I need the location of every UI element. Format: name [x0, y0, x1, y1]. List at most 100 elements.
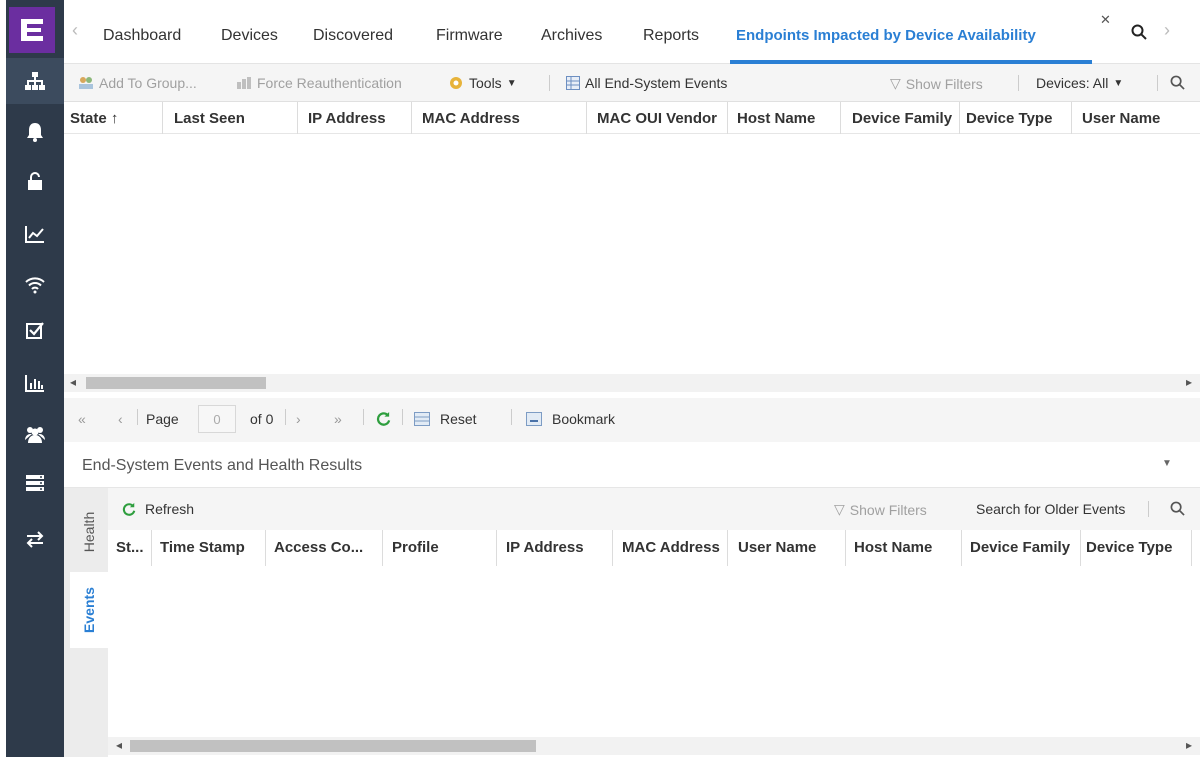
lock-icon[interactable]: [6, 158, 64, 204]
search-older-events-button[interactable]: Search for Older Events: [976, 501, 1125, 517]
all-end-system-events-button[interactable]: All End-System Events: [566, 75, 727, 91]
devices-filter-dropdown[interactable]: Devices: All ▼: [1036, 75, 1123, 91]
col-ip-address[interactable]: IP Address: [308, 110, 386, 127]
endpoints-horizontal-scrollbar[interactable]: ◂ ▸: [64, 374, 1200, 392]
details-panel-title: End-System Events and Health Results: [82, 457, 363, 474]
col-device-family[interactable]: Device Family: [852, 110, 952, 127]
tab-events[interactable]: Events: [70, 572, 108, 648]
tabs-scroll-right-icon[interactable]: ›: [1164, 20, 1170, 41]
events-search-button[interactable]: [1170, 501, 1185, 516]
scroll-right-icon[interactable]: ▸: [1186, 375, 1192, 389]
col-device-type[interactable]: Device Type: [966, 110, 1052, 127]
checklist-icon[interactable]: [6, 307, 64, 353]
column-divider: [297, 102, 298, 134]
column-divider: [151, 530, 152, 566]
column-divider: [959, 102, 960, 134]
scroll-left-icon[interactable]: ◂: [116, 738, 122, 752]
col-user-name[interactable]: User Name: [738, 539, 816, 556]
users-icon[interactable]: [6, 411, 64, 457]
col-mac-address[interactable]: MAC Address: [622, 539, 720, 556]
column-divider: [586, 102, 587, 134]
bell-icon[interactable]: [6, 109, 64, 155]
page-label: Page: [146, 411, 179, 427]
reset-label: Reset: [440, 411, 477, 427]
grid-search-button[interactable]: [1170, 75, 1185, 90]
col-device-type[interactable]: Device Type: [1086, 539, 1172, 556]
tab-firmware[interactable]: Firmware: [436, 27, 503, 45]
column-divider: [1191, 530, 1192, 566]
search-icon: [1170, 501, 1185, 516]
tab-health[interactable]: Health: [70, 492, 108, 572]
col-mac-oui-vendor[interactable]: MAC OUI Vendor: [597, 110, 717, 127]
tools-menu[interactable]: Tools ▼: [448, 75, 517, 91]
pager-divider: [511, 409, 512, 425]
previous-page-icon[interactable]: ‹: [118, 411, 123, 427]
column-divider: [382, 530, 383, 566]
tab-devices[interactable]: Devices: [221, 27, 278, 45]
details-vertical-tabs: Health Events: [64, 488, 108, 757]
search-icon[interactable]: [1131, 24, 1147, 45]
scroll-left-icon[interactable]: ◂: [70, 375, 76, 389]
toolbar-divider: [1018, 75, 1019, 91]
add-to-group-button[interactable]: Add To Group...: [78, 75, 197, 91]
tab-dashboard[interactable]: Dashboard: [103, 27, 181, 45]
col-mac-address[interactable]: MAC Address: [422, 110, 520, 127]
col-time-stamp[interactable]: Time Stamp: [160, 539, 245, 556]
show-filters-button[interactable]: ▽ Show Filters: [890, 75, 983, 92]
tab-endpoints-impacted[interactable]: Endpoints Impacted by Device Availabilit…: [736, 27, 1036, 44]
events-toolbar: Refresh ▽ Show Filters Search for Older …: [108, 488, 1200, 530]
refresh-events-button[interactable]: Refresh: [122, 501, 194, 517]
bookmark-icon: [526, 412, 542, 426]
close-tab-icon[interactable]: ✕: [1100, 12, 1111, 28]
first-page-icon[interactable]: «: [78, 411, 86, 427]
column-divider: [496, 530, 497, 566]
col-host-name[interactable]: Host Name: [737, 110, 815, 127]
reset-button[interactable]: Reset: [414, 411, 477, 427]
line-chart-icon[interactable]: [6, 211, 64, 257]
col-user-name[interactable]: User Name: [1082, 110, 1160, 127]
col-status[interactable]: St...: [116, 539, 144, 556]
column-divider: [845, 530, 846, 566]
tab-discovered[interactable]: Discovered: [313, 27, 393, 45]
tab-archives[interactable]: Archives: [541, 27, 602, 45]
events-show-filters-button[interactable]: ▽ Show Filters: [834, 501, 927, 518]
last-page-icon[interactable]: »: [334, 411, 342, 427]
network-topology-icon[interactable]: [6, 58, 64, 104]
details-panel-header[interactable]: End-System Events and Health Results ▼: [64, 442, 1200, 488]
next-page-icon[interactable]: ›: [296, 411, 301, 427]
tools-dropdown-icon: ▼: [506, 77, 517, 89]
force-reauthentication-button[interactable]: Force Reauthentication: [236, 75, 402, 91]
scrollbar-thumb[interactable]: [86, 377, 266, 389]
bar-chart-icon[interactable]: [6, 360, 64, 406]
tab-reports[interactable]: Reports: [643, 27, 699, 45]
toolbar-divider: [1157, 75, 1158, 91]
wifi-icon[interactable]: [6, 262, 64, 308]
events-grid-body: [108, 566, 1200, 736]
page-count: of 0: [250, 411, 274, 427]
column-divider: [1071, 102, 1072, 134]
col-profile[interactable]: Profile: [392, 539, 439, 556]
transfer-icon[interactable]: [6, 516, 64, 562]
tabs-scroll-left-icon[interactable]: ‹: [72, 20, 78, 41]
pager-divider: [137, 409, 138, 425]
bookmark-button[interactable]: Bookmark: [526, 411, 615, 427]
column-divider: [727, 530, 728, 566]
col-state[interactable]: State ↑: [70, 110, 118, 127]
extreme-logo-icon[interactable]: [9, 7, 55, 53]
col-last-seen[interactable]: Last Seen: [174, 110, 245, 127]
page-number-input[interactable]: [198, 405, 236, 433]
server-icon[interactable]: [6, 460, 64, 506]
col-host-name[interactable]: Host Name: [854, 539, 932, 556]
scroll-right-icon[interactable]: ▸: [1186, 738, 1192, 752]
events-horizontal-scrollbar[interactable]: ◂ ▸: [108, 737, 1200, 755]
col-ip-address[interactable]: IP Address: [506, 539, 584, 556]
column-divider: [1080, 530, 1081, 566]
scrollbar-thumb[interactable]: [130, 740, 536, 752]
reauth-icon: [237, 77, 251, 89]
refresh-label: Refresh: [145, 501, 195, 517]
refresh-grid-button[interactable]: [376, 411, 391, 429]
col-device-family[interactable]: Device Family: [970, 539, 1070, 556]
collapse-panel-icon[interactable]: ▼: [1162, 458, 1172, 469]
col-access-control[interactable]: Access Co...: [274, 539, 363, 556]
events-table-icon: [566, 76, 580, 90]
